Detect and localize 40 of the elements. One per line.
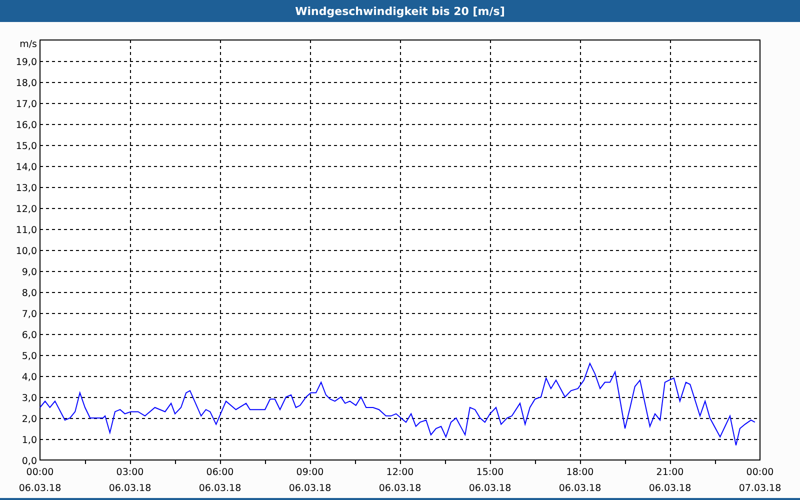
x-date-label: 06.03.18 (198, 483, 242, 494)
y-tick-label: 9,0 (22, 267, 37, 278)
y-tick-label: 16,0 (16, 120, 37, 131)
y-tick-label: 3,0 (22, 393, 37, 404)
x-date-label: 06.03.18 (18, 483, 62, 494)
x-date-label: 06.03.18 (558, 483, 602, 494)
y-tick-label: 11,0 (16, 225, 37, 236)
y-tick-label: 10,0 (16, 246, 37, 257)
y-tick-label: 7,0 (22, 309, 37, 320)
y-tick-label: 1,0 (22, 435, 37, 446)
x-tick-label: 09:00 (296, 467, 324, 478)
y-tick-label: 19,0 (16, 57, 37, 68)
y-tick-label: 18,0 (16, 78, 37, 89)
x-tick-label: 15:00 (476, 467, 504, 478)
x-tick-label: 12:00 (386, 467, 414, 478)
y-tick-label: 14,0 (16, 162, 37, 173)
x-tick-label: 18:00 (566, 467, 594, 478)
y-tick-label: 5,0 (22, 351, 37, 362)
x-tick-label: 03:00 (116, 467, 144, 478)
x-tick-label: 06:00 (206, 467, 234, 478)
y-tick-label: 12,0 (16, 204, 37, 215)
x-date-label: 06.03.18 (108, 483, 152, 494)
y-tick-label: 2,0 (22, 414, 37, 425)
x-date-label: 06.03.18 (378, 483, 422, 494)
x-tick-label: 00:00 (26, 467, 54, 478)
x-date-label: 06.03.18 (468, 483, 512, 494)
x-date-label: 06.03.18 (648, 483, 692, 494)
y-tick-label: 0,0 (22, 456, 37, 467)
y-tick-label: 4,0 (22, 372, 37, 383)
y-tick-label: 13,0 (16, 183, 37, 194)
x-tick-label: 00:00 (746, 467, 774, 478)
x-tick-label: 21:00 (656, 467, 684, 478)
y-tick-label: 15,0 (16, 141, 37, 152)
window-title: Windgeschwindigkeit bis 20 [m/s] (0, 0, 800, 22)
y-axis-unit: m/s (20, 39, 37, 50)
y-tick-label: 6,0 (22, 330, 37, 341)
x-date-label: 07.03.18 (738, 483, 782, 494)
x-date-label: 06.03.18 (288, 483, 332, 494)
y-tick-label: 17,0 (16, 99, 37, 110)
y-tick-label: 8,0 (22, 288, 37, 299)
